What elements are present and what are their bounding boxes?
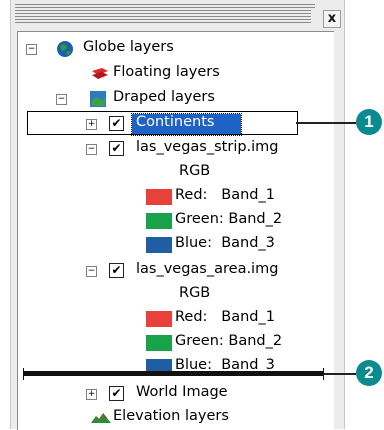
tree-item-label: las_vegas_area.img <box>136 261 279 277</box>
band-label: Green: Band_2 <box>175 333 283 349</box>
callout-badge-2: 2 <box>356 360 382 386</box>
collapse-toggle[interactable]: − <box>26 44 37 55</box>
title-grip-line <box>15 22 311 23</box>
title-grip-line <box>15 10 311 11</box>
callout-leader-line <box>324 373 356 375</box>
band-label: Red: Band_1 <box>175 187 275 203</box>
layer-visibility-checkbox[interactable]: ✔ <box>109 386 124 401</box>
tree-item-label: Draped layers <box>113 89 215 105</box>
tree-item-label: Elevation layers <box>113 408 229 424</box>
tree-item-label: las_vegas_strip.img <box>136 139 279 155</box>
title-grip-line <box>15 13 311 14</box>
red-swatch <box>146 189 172 205</box>
close-button[interactable]: x <box>323 10 341 28</box>
elevation-layers-icon <box>90 411 112 429</box>
band-label: Green: Band_2 <box>175 211 283 227</box>
collapse-toggle[interactable]: − <box>86 266 97 277</box>
tree-item-label: Floating layers <box>113 64 220 80</box>
floating-layers-icon <box>90 67 110 85</box>
title-grip-line <box>15 7 315 8</box>
band-label: Red: Band_1 <box>175 309 275 325</box>
rgb-label: RGB <box>179 285 211 301</box>
title-grip[interactable] <box>15 4 315 5</box>
band-label: Blue: Band_3 <box>175 235 275 251</box>
expand-toggle[interactable]: + <box>86 389 97 400</box>
collapse-toggle[interactable]: − <box>56 94 67 105</box>
drop-indicator-cap-left <box>23 368 24 380</box>
highlight-box <box>27 111 298 135</box>
title-grip-line <box>15 19 311 20</box>
draped-layers-icon <box>90 91 106 111</box>
callout-badge-1: 1 <box>356 109 382 135</box>
layer-visibility-checkbox[interactable]: ✔ <box>109 263 124 278</box>
layer-visibility-checkbox[interactable]: ✔ <box>109 141 124 156</box>
red-swatch <box>146 311 172 327</box>
green-swatch <box>146 335 172 351</box>
collapse-toggle[interactable]: − <box>86 144 97 155</box>
globe-icon <box>56 40 74 62</box>
tree-item-label: Globe layers <box>83 39 174 55</box>
callout-leader-line <box>296 122 356 124</box>
green-swatch <box>146 213 172 229</box>
drop-position-indicator <box>23 371 324 376</box>
title-grip-line <box>15 16 311 17</box>
rgb-label: RGB <box>179 163 211 179</box>
tree-item-label: World Image <box>136 384 228 400</box>
blue-swatch <box>146 237 172 253</box>
